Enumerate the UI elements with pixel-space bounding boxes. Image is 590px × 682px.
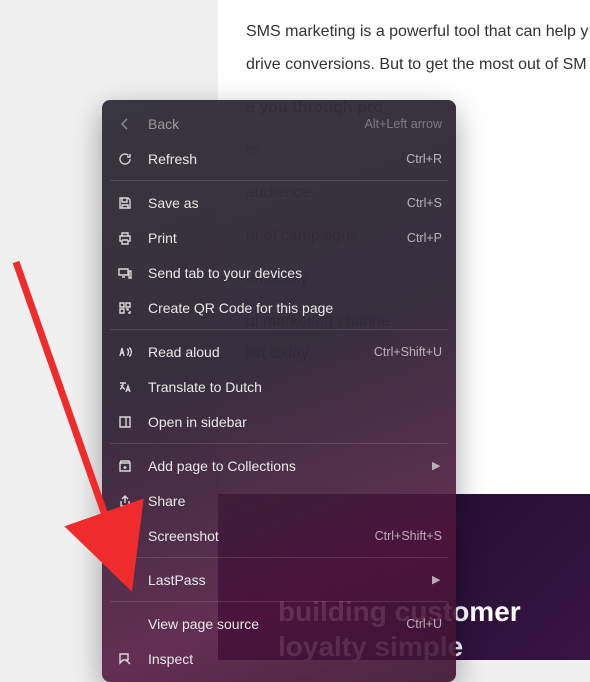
blank-icon	[116, 615, 134, 633]
menu-back[interactable]: Back Alt+Left arrow	[102, 106, 456, 141]
menu-separator	[110, 329, 448, 330]
menu-screenshot[interactable]: Screenshot Ctrl+Shift+S	[102, 518, 456, 553]
save-icon	[116, 194, 134, 212]
menu-label: Share	[148, 493, 442, 509]
menu-open-sidebar[interactable]: Open in sidebar	[102, 404, 456, 439]
menu-lastpass[interactable]: LastPass ▶	[102, 562, 456, 597]
menu-label: View page source	[148, 616, 392, 632]
menu-label: LastPass	[148, 572, 418, 588]
menu-label: Back	[148, 116, 351, 132]
menu-label: Add page to Collections	[148, 458, 418, 474]
menu-translate[interactable]: Translate to Dutch	[102, 369, 456, 404]
menu-shortcut: Ctrl+S	[407, 196, 442, 210]
article-paragraph: SMS marketing is a powerful tool that ca…	[246, 20, 590, 45]
menu-label: Open in sidebar	[148, 414, 442, 430]
article-paragraph: drive conversions. But to get the most o…	[246, 53, 590, 78]
menu-qr-code[interactable]: Create QR Code for this page	[102, 290, 456, 325]
translate-icon	[116, 378, 134, 396]
menu-view-source[interactable]: View page source Ctrl+U	[102, 606, 456, 641]
collections-icon	[116, 457, 134, 475]
menu-shortcut: Ctrl+Shift+S	[375, 529, 442, 543]
menu-send-tab[interactable]: Send tab to your devices	[102, 255, 456, 290]
menu-label: Print	[148, 230, 393, 246]
menu-shortcut: Ctrl+U	[406, 617, 442, 631]
menu-label: Read aloud	[148, 344, 360, 360]
menu-shortcut: Ctrl+R	[406, 152, 442, 166]
sidebar-icon	[116, 413, 134, 431]
menu-collections[interactable]: Add page to Collections ▶	[102, 448, 456, 483]
qr-icon	[116, 299, 134, 317]
menu-label: Screenshot	[148, 528, 361, 544]
menu-label: Save as	[148, 195, 393, 211]
read-aloud-icon	[116, 343, 134, 361]
menu-refresh[interactable]: Refresh Ctrl+R	[102, 141, 456, 176]
menu-shortcut: Ctrl+P	[407, 231, 442, 245]
lastpass-icon	[116, 571, 134, 589]
context-menu: Back Alt+Left arrow Refresh Ctrl+R Save …	[102, 100, 456, 682]
menu-label: Translate to Dutch	[148, 379, 442, 395]
screenshot-icon	[116, 527, 134, 545]
menu-separator	[110, 557, 448, 558]
menu-print[interactable]: Print Ctrl+P	[102, 220, 456, 255]
menu-shortcut: Ctrl+Shift+U	[374, 345, 442, 359]
menu-label: Refresh	[148, 151, 392, 167]
chevron-right-icon: ▶	[432, 459, 442, 472]
back-icon	[116, 115, 134, 133]
chevron-right-icon: ▶	[432, 573, 442, 586]
menu-read-aloud[interactable]: Read aloud Ctrl+Shift+U	[102, 334, 456, 369]
refresh-icon	[116, 150, 134, 168]
menu-label: Inspect	[148, 651, 442, 667]
print-icon	[116, 229, 134, 247]
menu-label: Send tab to your devices	[148, 265, 442, 281]
menu-save-as[interactable]: Save as Ctrl+S	[102, 185, 456, 220]
menu-separator	[110, 180, 448, 181]
menu-inspect[interactable]: Inspect	[102, 641, 456, 676]
inspect-icon	[116, 650, 134, 668]
menu-share[interactable]: Share	[102, 483, 456, 518]
menu-separator	[110, 443, 448, 444]
menu-shortcut: Alt+Left arrow	[365, 117, 442, 131]
menu-separator	[110, 601, 448, 602]
devices-icon	[116, 264, 134, 282]
menu-label: Create QR Code for this page	[148, 300, 442, 316]
share-icon	[116, 492, 134, 510]
